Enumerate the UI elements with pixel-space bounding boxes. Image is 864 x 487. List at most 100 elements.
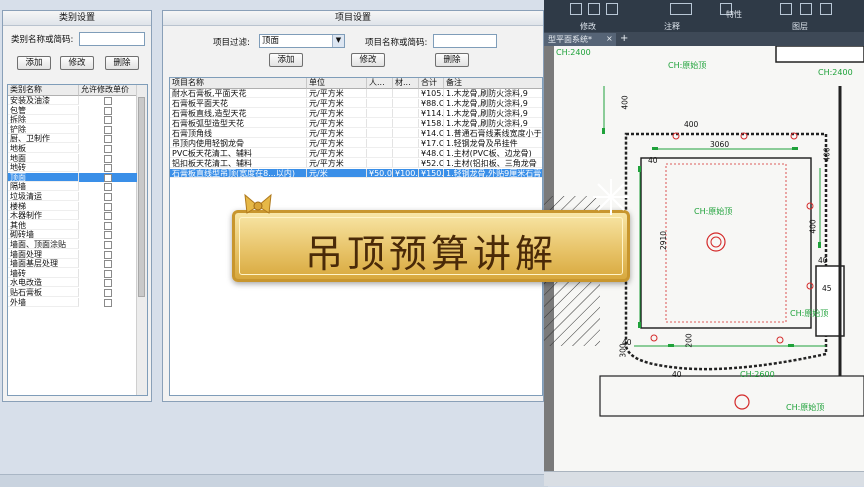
item-add-button[interactable]: 添加 <box>269 53 303 67</box>
allow-edit-checkbox[interactable] <box>104 298 112 307</box>
allow-edit-checkbox[interactable] <box>104 289 112 297</box>
layer-match-icon[interactable] <box>820 3 832 15</box>
allow-edit-checkbox[interactable] <box>104 125 112 134</box>
category-scrollbar[interactable] <box>136 85 147 395</box>
category-row[interactable]: 墙面处理 <box>8 249 137 259</box>
category-row[interactable]: 木器制作 <box>8 211 137 221</box>
text-icon[interactable] <box>670 3 692 15</box>
item-col-labor[interactable]: 人... <box>367 78 393 89</box>
layer-icon[interactable] <box>780 3 792 15</box>
item-row[interactable]: 吊顶内使用轻钢龙骨 元/平方米 ¥17.C 1.轻钢龙骨及吊挂件 <box>170 139 542 148</box>
category-row[interactable]: 包管 <box>8 105 137 115</box>
allow-edit-checkbox[interactable] <box>104 145 112 153</box>
item-row[interactable]: 石膏顶角线 元/平方米 ¥14.C 1.普通石膏线素线宽度小于 <box>170 129 542 138</box>
category-row[interactable]: 水电改造 <box>8 278 137 288</box>
close-icon[interactable]: × <box>606 34 613 43</box>
ribbon-props[interactable]: 特性 <box>726 9 742 20</box>
item-col-unit[interactable]: 单位 <box>307 78 367 89</box>
item-row[interactable]: PVC板天花清工、辅料 元/平方米 ¥48.C 1.主材(PVC板、边龙骨) <box>170 149 542 158</box>
item-col-total[interactable]: 合计 <box>419 78 444 89</box>
item-row[interactable]: 石膏板直线型吊顶(宽度在8...以内) 元/米 ¥50.0 ¥100. ¥150. 1.轻… <box>170 169 542 178</box>
category-row[interactable]: 垃圾清运 <box>8 192 137 201</box>
array-icon[interactable] <box>606 3 618 15</box>
allow-edit-checkbox[interactable] <box>104 202 112 211</box>
cad-doc-tab-label: 型平面系统* <box>548 35 592 44</box>
category-row[interactable]: 墙砖 <box>8 268 137 278</box>
category-row[interactable]: 贴石膏板 <box>8 288 137 297</box>
copy-icon[interactable] <box>588 3 600 15</box>
category-row[interactable]: 地板 <box>8 144 137 153</box>
category-row[interactable]: 顶面 <box>8 172 137 182</box>
item-cell-material <box>393 149 419 158</box>
item-filter-label: 项目过滤: <box>213 38 250 48</box>
category-row[interactable]: 安装及油漆 <box>8 96 137 105</box>
item-edit-button[interactable]: 修改 <box>351 53 385 67</box>
chevron-down-icon[interactable]: ▼ <box>332 35 344 47</box>
item-col-material[interactable]: 材... <box>393 78 419 89</box>
category-row[interactable]: 厨、卫制作 <box>8 134 137 144</box>
category-row[interactable]: 外墙 <box>8 297 137 307</box>
item-delete-button[interactable]: 删除 <box>435 53 469 67</box>
layer-state-icon[interactable] <box>800 3 812 15</box>
item-row[interactable]: 铝扣板天花清工、辅料 元/平方米 ¥52.C 1.主材(铝扣板、三角龙骨 <box>170 159 542 168</box>
item-row[interactable]: 耐水石膏板,平面天花 元/平方米 ¥105. 1.木龙骨,刷防火涂料,9 <box>170 89 542 98</box>
cad-tag-ch2400-a: CH:2400 <box>556 48 591 57</box>
category-name-input[interactable] <box>79 32 145 46</box>
new-tab-icon[interactable]: + <box>620 33 628 44</box>
category-row[interactable]: 隔墙 <box>8 182 137 192</box>
category-add-button[interactable]: 添加 <box>17 56 51 70</box>
item-cell-remark: 1.主材(PVC板、边龙骨) <box>444 149 542 158</box>
cad-ribbon: 修改 注释 特性 图层 <box>544 0 864 32</box>
item-row[interactable]: 石膏板直线,造型天花 元/平方米 ¥114. 1.木龙骨,刷防火涂料,9 <box>170 109 542 118</box>
allow-edit-checkbox[interactable] <box>104 260 112 269</box>
category-delete-button[interactable]: 删除 <box>105 56 139 70</box>
bow-icon <box>243 193 273 219</box>
category-row-name: 其他 <box>8 220 79 230</box>
category-row-name: 垃圾清运 <box>8 192 79 201</box>
item-col-name[interactable]: 项目名称 <box>170 78 307 89</box>
item-cell-name: 石膏板弧型造型天花 <box>170 119 307 128</box>
allow-edit-checkbox[interactable] <box>104 106 112 115</box>
category-row[interactable]: 楼梯 <box>8 201 137 211</box>
allow-edit-checkbox[interactable] <box>104 193 112 201</box>
category-row[interactable]: 墙面、顶面涂贴 <box>8 240 137 249</box>
allow-edit-checkbox[interactable] <box>104 164 112 173</box>
item-filter-select[interactable]: 顶面 ▼ <box>259 34 345 48</box>
allow-edit-checkbox[interactable] <box>104 173 112 182</box>
category-row[interactable]: 地砖 <box>8 163 137 173</box>
allow-edit-checkbox[interactable] <box>104 183 112 192</box>
allow-edit-checkbox[interactable] <box>104 135 112 144</box>
item-cell-labor <box>367 149 393 158</box>
category-row[interactable]: 砌砖墙 <box>8 230 137 240</box>
category-edit-button[interactable]: 修改 <box>60 56 94 70</box>
allow-edit-checkbox[interactable] <box>104 116 112 125</box>
allow-edit-checkbox[interactable] <box>104 231 112 240</box>
allow-edit-checkbox[interactable] <box>104 250 112 259</box>
allow-edit-checkbox[interactable] <box>104 212 112 221</box>
category-row[interactable]: 其他 <box>8 220 137 230</box>
category-row[interactable]: 墙面基层处理 <box>8 259 137 269</box>
item-cell-remark: 1.木龙骨,刷防火涂料,9 <box>444 99 542 108</box>
ribbon-group-annotate[interactable]: 注释 <box>664 21 680 32</box>
rotate-icon[interactable] <box>570 3 582 15</box>
item-name-input[interactable] <box>433 34 497 48</box>
ribbon-group-modify[interactable]: 修改 <box>580 21 596 32</box>
item-cell-unit: 元/平方米 <box>307 89 367 98</box>
allow-edit-checkbox[interactable] <box>104 97 112 105</box>
allow-edit-checkbox[interactable] <box>104 241 112 249</box>
ribbon-group-layers[interactable]: 图层 <box>792 21 808 32</box>
allow-edit-checkbox[interactable] <box>104 279 112 288</box>
allow-edit-checkbox[interactable] <box>104 269 112 278</box>
category-col-name[interactable]: 类别名称 <box>8 85 79 96</box>
item-row[interactable]: 石膏板弧型造型天花 元/平方米 ¥158. 1.木龙骨,刷防火涂料,9 <box>170 119 542 128</box>
allow-edit-checkbox[interactable] <box>104 154 112 163</box>
item-row[interactable]: 石膏板平面天花 元/平方米 ¥88.C 1.木龙骨,刷防火涂料,9 <box>170 99 542 108</box>
category-row[interactable]: 拆除 <box>8 115 137 125</box>
allow-edit-checkbox[interactable] <box>104 221 112 230</box>
category-row-name: 拆除 <box>8 115 79 125</box>
category-col-allow[interactable]: 允许修改单价 <box>79 85 137 96</box>
category-row[interactable]: 地面 <box>8 153 137 163</box>
category-row[interactable]: 铲除 <box>8 124 137 134</box>
category-scrollbar-thumb[interactable] <box>138 97 145 297</box>
item-col-remark[interactable]: 备注 <box>444 78 542 89</box>
